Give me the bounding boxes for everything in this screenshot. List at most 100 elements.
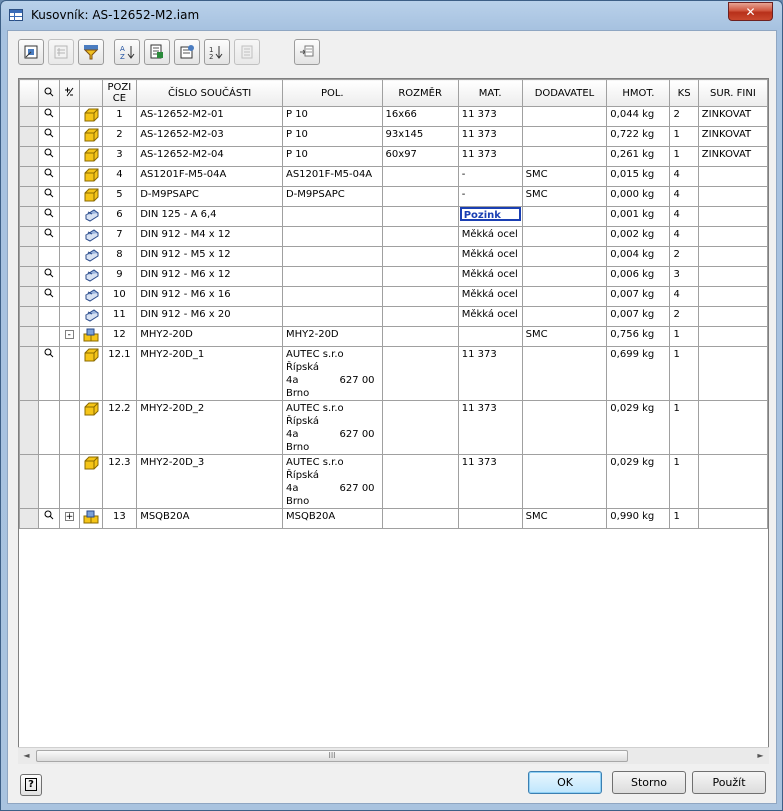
cell-hmot[interactable]: 0,261 kg [606,146,671,167]
tree-toggle[interactable] [58,286,80,307]
cell-pozice[interactable]: 1 [101,106,138,127]
tree-toggle[interactable] [58,186,80,207]
table-row[interactable]: 4 AS1201F-M5-04A AS1201F-M5-04A - SMC 0,015 k… [19,166,768,187]
view-toggle[interactable] [38,400,60,455]
view-toggle[interactable] [38,146,60,167]
table-row[interactable]: 9 DIN 912 - M6 x 12 Měkká ocel 0,006 kg 3 [19,266,768,287]
cell-sur-fini[interactable] [697,286,768,307]
cell-sur-fini[interactable] [697,508,768,529]
cell-hmot[interactable]: 0,007 kg [606,306,671,327]
cell-rozmer[interactable] [381,166,459,187]
cell-mat[interactable]: Měkká ocel [457,306,523,327]
cell-rozmer[interactable] [381,286,459,307]
cell-ks[interactable]: 1 [669,508,699,529]
cell-dodavatel[interactable]: SMC [521,166,608,187]
cell-ks[interactable]: 1 [669,346,699,401]
cell-pol[interactable] [281,246,383,267]
cell-mat[interactable]: Měkká ocel [457,226,523,247]
cell-pol[interactable]: AUTEC s.r.o Řípská 4a 627 00 Brno [281,454,383,509]
row-selector[interactable] [19,346,40,401]
cell-ks[interactable]: 4 [669,166,699,187]
expand-column-header[interactable] [58,79,80,107]
cell-hmot[interactable]: 0,029 kg [606,400,671,455]
cell-ks[interactable]: 1 [669,454,699,509]
cell-ks[interactable]: 4 [669,226,699,247]
tree-toggle[interactable] [58,266,80,287]
tree-toggle[interactable] [58,400,80,455]
header-cislo-soucasti[interactable]: ČÍSLO SOUČÁSTI [136,79,283,107]
apply-button[interactable]: Použít [692,771,766,794]
table-row[interactable]: - 12 MHY2-20D MHY2-20D SMC 0,756 kg 1 [19,326,768,347]
cell-pol[interactable]: AUTEC s.r.o Řípská 4a 627 00 Brno [281,346,383,401]
cell-rozmer[interactable] [381,326,459,347]
cell-pozice[interactable]: 10 [101,286,138,307]
cell-mat[interactable] [457,508,523,529]
tree-toggle[interactable] [58,226,80,247]
cell-mat[interactable]: Měkká ocel [457,286,523,307]
view-toggle[interactable] [38,266,60,287]
table-row[interactable]: +13 MSQB20A MSQB20A SMC 0,990 kg 1 [19,508,768,529]
header-sur-fini[interactable]: SUR. FINI [697,79,768,107]
cell-pol[interactable]: P 10 [281,106,383,127]
header-pozice[interactable]: POZI CE [101,79,138,107]
cell-pol[interactable]: P 10 [281,126,383,147]
tree-toggle[interactable] [58,306,80,327]
tree-toggle[interactable] [58,206,80,227]
cell-sur-fini[interactable]: ZINKOVAT [697,106,768,127]
cell-rozmer[interactable]: 60x97 [381,146,459,167]
cell-rozmer[interactable] [381,246,459,267]
cell-hmot[interactable]: 0,001 kg [606,206,671,227]
table-row[interactable]: 5 D-M9PSAPC D-M9PSAPC - SMC 0,000 kg 4 [19,186,768,207]
tree-toggle[interactable] [58,246,80,267]
cell-cislo-soucasti[interactable]: MHY2-20D_2 [136,400,283,455]
scroll-thumb[interactable]: III [36,750,628,762]
cell-pozice[interactable]: 13 [101,508,138,529]
cell-hmot[interactable]: 0,722 kg [606,126,671,147]
cell-ks[interactable]: 4 [669,186,699,207]
cell-mat[interactable]: 11 373 [457,400,523,455]
cell-cislo-soucasti[interactable]: AS1201F-M5-04A [136,166,283,187]
cell-ks[interactable]: 4 [669,286,699,307]
cell-pozice[interactable]: 4 [101,166,138,187]
tree-toggle[interactable]: + [58,508,80,529]
cell-sur-fini[interactable] [697,226,768,247]
cell-pol[interactable] [281,226,383,247]
cell-cislo-soucasti[interactable]: AS-12652-M2-04 [136,146,283,167]
cell-ks[interactable]: 1 [669,146,699,167]
cell-hmot[interactable]: 0,007 kg [606,286,671,307]
cell-dodavatel[interactable] [521,206,608,227]
cell-ks[interactable]: 1 [669,400,699,455]
cell-pol[interactable]: D-M9PSAPC [281,186,383,207]
export-button[interactable] [144,39,170,65]
cell-dodavatel[interactable] [521,286,608,307]
cell-sur-fini[interactable] [697,206,768,227]
cell-rozmer[interactable] [381,400,459,455]
table-row[interactable]: 12.2 MHY2-20D_2 AUTEC s.r.o Řípská 4a 627 00… [19,400,768,455]
renumber-button[interactable]: 12 [204,39,230,65]
table-row[interactable]: 10 DIN 912 - M6 x 16 Měkká ocel 0,007 kg 4 [19,286,768,307]
view-toggle[interactable] [38,346,60,401]
settings-button[interactable] [174,39,200,65]
row-selector[interactable] [19,454,40,509]
cell-ks[interactable]: 2 [669,306,699,327]
cell-rozmer[interactable] [381,346,459,401]
cell-pozice[interactable]: 9 [101,266,138,287]
row-selector[interactable] [19,286,40,307]
cell-hmot[interactable]: 0,004 kg [606,246,671,267]
cell-dodavatel[interactable] [521,346,608,401]
cell-dodavatel[interactable] [521,226,608,247]
cell-rozmer[interactable] [381,206,459,227]
cell-sur-fini[interactable] [697,400,768,455]
header-rozmer[interactable]: ROZMĚR [381,79,459,107]
row-selector[interactable] [19,226,40,247]
cell-hmot[interactable]: 0,002 kg [606,226,671,247]
cell-mat[interactable]: 11 373 [457,146,523,167]
row-selector[interactable] [19,266,40,287]
table-row[interactable]: 12.1 MHY2-20D_1 AUTEC s.r.o Řípská 4a 627 00… [19,346,768,401]
cell-dodavatel[interactable] [521,266,608,287]
cell-ks[interactable]: 1 [669,126,699,147]
cell-sur-fini[interactable] [697,346,768,401]
close-button[interactable]: ✕ [728,2,773,21]
row-selector[interactable] [19,508,40,529]
horizontal-scrollbar[interactable]: ◄ III ► [18,747,769,764]
